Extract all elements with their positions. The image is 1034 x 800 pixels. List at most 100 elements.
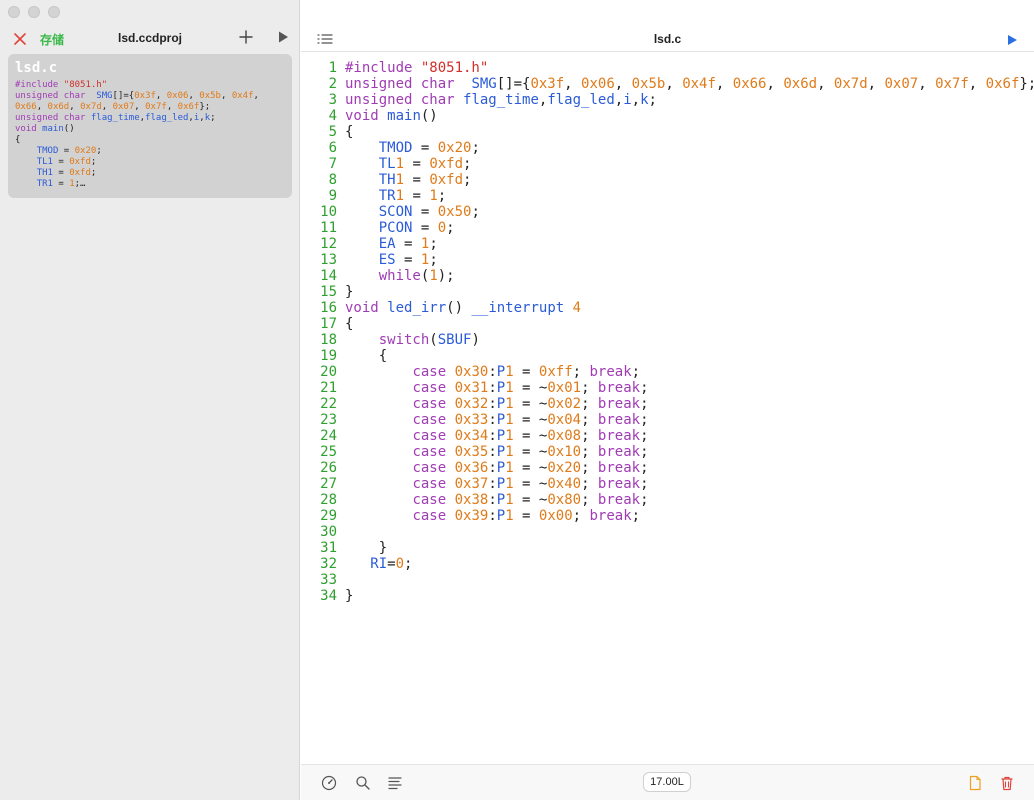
gauge-icon[interactable] <box>321 775 337 791</box>
code-token: void <box>345 108 388 124</box>
code-line[interactable]: 1 #include "8051.h" <box>301 60 1034 76</box>
code-token: = ~ <box>513 396 548 412</box>
code-line[interactable]: 30 <box>301 524 1034 540</box>
code-token: 0x31 <box>454 380 489 396</box>
plus-icon[interactable] <box>238 29 254 45</box>
code-token: 1 <box>505 396 514 412</box>
code-line[interactable]: 15} <box>301 284 1034 300</box>
code-token: unsigned char <box>345 92 464 108</box>
line-number: 1 <box>328 60 337 76</box>
code-line[interactable]: 6 TMOD = 0x20; <box>301 140 1034 156</box>
window-minimize-button[interactable] <box>28 6 40 18</box>
code-token: ; <box>463 156 472 172</box>
code-line[interactable]: 27 case 0x37:P1 = ~0x40; break; <box>301 476 1034 492</box>
code-line[interactable]: 9 TR1 = 1; <box>301 188 1034 204</box>
code-token: while <box>378 268 421 284</box>
code-line[interactable]: 13 ES = 1; <box>301 252 1034 268</box>
preview-line: 0x66, 0x6d, 0x7d, 0x07, 0x7f, 0x6f}; <box>15 102 285 113</box>
code-line[interactable]: 5{ <box>301 124 1034 140</box>
code-token: case <box>412 428 455 444</box>
run-icon[interactable] <box>1006 34 1018 46</box>
code-token: ; <box>404 556 413 572</box>
code-token: break <box>597 412 641 428</box>
code-token: ; <box>471 204 480 220</box>
code-line[interactable]: 11 PCON = 0; <box>301 220 1034 236</box>
code-token: ; <box>471 140 480 156</box>
code-line[interactable]: 33 <box>301 572 1034 588</box>
project-title: lsd.ccdproj <box>117 31 182 45</box>
code-token: 0x38 <box>454 492 489 508</box>
code-line[interactable]: 28 case 0x38:P1 = ~0x80; break; <box>301 492 1034 508</box>
code-line[interactable]: 34} <box>301 588 1034 604</box>
code-token: 0x10 <box>547 444 582 460</box>
code-line[interactable]: 31 } <box>301 540 1034 556</box>
code-line[interactable]: 10 SCON = 0x50; <box>301 204 1034 220</box>
code-token: 0x33 <box>454 412 489 428</box>
code-token: 0x5b <box>199 91 221 101</box>
code-line[interactable]: 19 { <box>301 348 1034 364</box>
code-line[interactable]: 14 while(1); <box>301 268 1034 284</box>
code-token: 0x06 <box>166 91 189 101</box>
code-line[interactable]: 12 EA = 1; <box>301 236 1034 252</box>
code-editor[interactable]: 1 #include "8051.h" 2 unsigned char SMG[]={… <box>301 60 1034 760</box>
code-token: }; <box>1019 76 1034 92</box>
line-code: } <box>345 284 353 300</box>
code-token: main <box>42 124 64 134</box>
line-code: while(1); <box>345 268 455 284</box>
trash-icon[interactable] <box>999 775 1015 791</box>
code-token: , <box>766 76 784 92</box>
code-line[interactable]: 29 case 0x39:P1 = 0x00; break; <box>301 508 1034 524</box>
align-icon[interactable] <box>387 775 403 791</box>
code-token: ; <box>446 220 455 236</box>
code-token: ; <box>429 236 438 252</box>
code-line[interactable]: 7 TL1 = 0xfd; <box>301 156 1034 172</box>
code-token: 0x20 <box>74 146 97 156</box>
code-line[interactable]: 3 unsigned char flag_time,flag_led,i,k; <box>301 92 1034 108</box>
code-line[interactable]: 16 void led_irr() __interrupt 4 <box>301 300 1034 316</box>
code-line[interactable]: 24 case 0x34:P1 = ~0x08; break; <box>301 428 1034 444</box>
window-zoom-button[interactable] <box>48 6 60 18</box>
code-line[interactable]: 32 RI=0; <box>301 556 1034 572</box>
code-token: = <box>404 188 430 204</box>
size-badge[interactable]: 17.00L <box>643 772 691 792</box>
code-line[interactable]: 4 void main() <box>301 108 1034 124</box>
code-token: ; <box>572 508 590 524</box>
code-line[interactable]: 25 case 0x35:P1 = ~0x10; break; <box>301 444 1034 460</box>
code-line[interactable]: 22 case 0x32:P1 = ~0x02; break; <box>301 396 1034 412</box>
line-number: 32 <box>320 556 337 572</box>
code-token: , <box>188 91 200 101</box>
code-token: unsigned char <box>15 113 91 123</box>
code-line[interactable]: 8 TH1 = 0xfd; <box>301 172 1034 188</box>
code-token: EA <box>378 236 396 252</box>
code-line[interactable]: 21 case 0x31:P1 = ~0x01; break; <box>301 380 1034 396</box>
window-close-button[interactable] <box>8 6 20 18</box>
code-line[interactable]: 18 switch(SBUF) <box>301 332 1034 348</box>
code-token: = <box>404 172 430 188</box>
preview-line: #include "8051.h" <box>15 80 285 91</box>
line-code: { <box>345 348 387 364</box>
line-code: case 0x35:P1 = ~0x10; break; <box>345 444 648 460</box>
code-token: TH <box>378 172 396 188</box>
code-token: flag_led <box>547 92 615 108</box>
code-token: = <box>58 146 75 156</box>
file-card[interactable]: lsd.c #include "8051.h" unsigned char SMG… <box>8 54 292 198</box>
search-icon[interactable] <box>355 775 371 791</box>
code-line[interactable]: 17 { <box>301 316 1034 332</box>
line-number: 26 <box>320 460 337 476</box>
code-line[interactable]: 26 case 0x36:P1 = ~0x20; break; <box>301 460 1034 476</box>
play-icon[interactable] <box>276 30 290 44</box>
code-line[interactable]: 2 unsigned char SMG[]={0x3f, 0x06, 0x5b, … <box>301 76 1034 92</box>
code-line[interactable]: 20 case 0x30:P1 = 0xff; break; <box>301 364 1034 380</box>
code-token: ; <box>581 444 598 460</box>
file-icon[interactable] <box>967 775 983 791</box>
code-line[interactable]: 23 case 0x33:P1 = ~0x04; break; <box>301 412 1034 428</box>
code-token: 0xfd <box>69 168 91 178</box>
line-code: TMOD = 0x20; <box>345 140 480 156</box>
code-token: { <box>345 124 354 140</box>
code-token: , <box>867 76 885 92</box>
code-token: : <box>488 412 497 428</box>
